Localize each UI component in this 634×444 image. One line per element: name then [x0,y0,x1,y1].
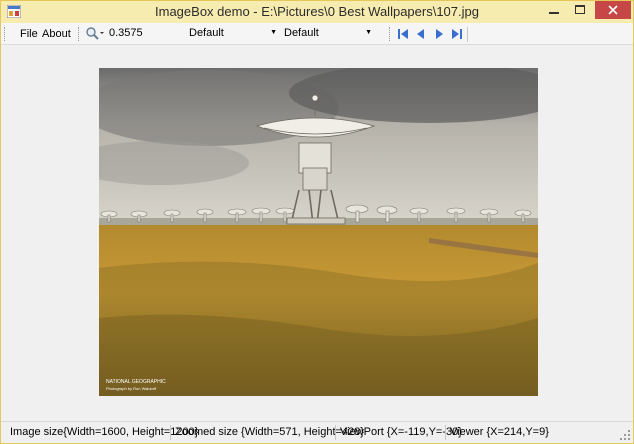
status-separator [170,425,171,440]
status-viewer: Viewer {X=214,Y=9} [450,426,549,438]
close-icon [608,5,618,15]
magnifier-icon [86,27,104,40]
image-watermark-credit: Photograph by Ron Waldorff [106,386,157,391]
combo-interpolation-value: Default [189,27,224,39]
toolbar-grip[interactable] [78,27,81,41]
menu-file[interactable]: File [20,28,38,40]
maximize-button[interactable] [567,1,593,19]
app-window: ImageBox demo - E:\Pictures\0 Best Wallp… [0,0,634,444]
image-watermark-brand: NATIONAL GEOGRAPHIC [106,379,166,385]
next-page-icon[interactable] [432,27,446,41]
chevron-down-icon: ▼ [365,29,372,36]
zoom-dropdown-button[interactable] [85,26,105,42]
status-bar: Image size{Width=1600, Height=1200} Zoom… [1,421,633,443]
status-separator [445,425,446,440]
status-separator [335,425,336,440]
chevron-down-icon: ▼ [270,29,277,36]
close-button[interactable] [595,1,631,19]
menu-about[interactable]: About [42,28,71,40]
toolbar-separator [467,27,468,42]
minimize-icon [549,12,559,14]
toolbar-grip[interactable] [4,27,7,41]
zoom-input[interactable]: 0.3575 [109,26,185,42]
combo-mode-value: Default [284,27,319,39]
toolbar: File About 0.3575 Default ▼ Default ▼ [1,23,633,45]
combo-interpolation[interactable]: Default ▼ [185,26,279,42]
title-bar[interactable]: ImageBox demo - E:\Pictures\0 Best Wallp… [1,1,633,23]
previous-page-icon[interactable] [414,27,428,41]
size-grip-icon[interactable] [620,430,630,440]
window-title: ImageBox demo - E:\Pictures\0 Best Wallp… [155,4,479,19]
radio-telescope-photo: NATIONAL GEOGRAPHIC Photograph by Ron Wa… [99,68,538,396]
minimize-button[interactable] [541,1,567,19]
combo-mode[interactable]: Default ▼ [280,26,374,42]
maximize-icon [575,5,585,14]
toolbar-grip[interactable] [389,27,392,41]
first-page-icon[interactable] [396,27,410,41]
last-page-icon[interactable] [450,27,464,41]
imagebox-canvas[interactable]: NATIONAL GEOGRAPHIC Photograph by Ron Wa… [1,45,633,419]
displayed-image[interactable]: NATIONAL GEOGRAPHIC Photograph by Ron Wa… [99,68,538,396]
status-viewport: ViewPort {X=-119,Y=-30} [340,426,462,438]
